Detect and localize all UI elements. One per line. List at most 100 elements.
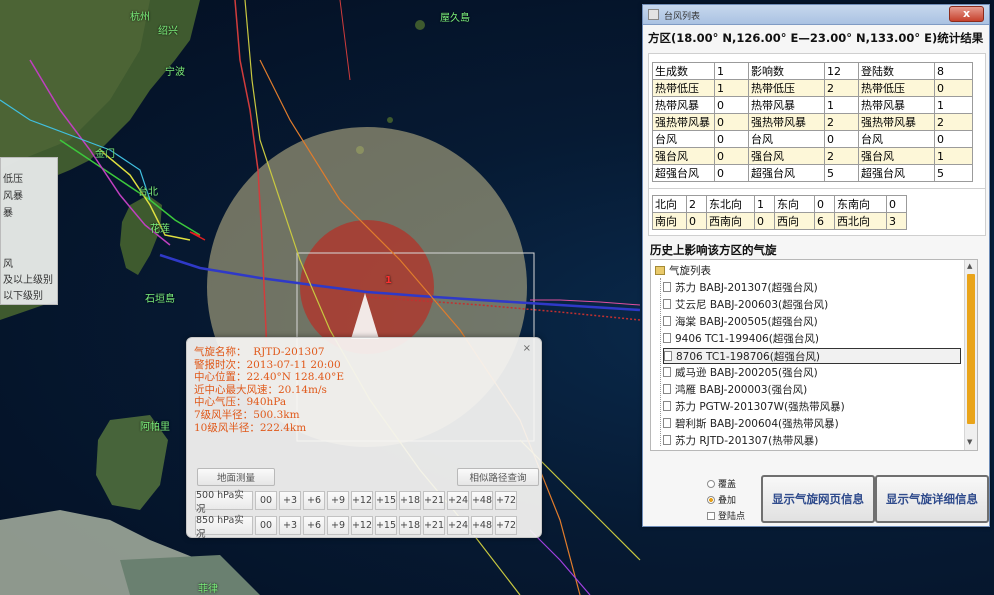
option-overlay-stack[interactable]: 叠加 [707, 493, 736, 506]
list-item[interactable]: 苏力 BABJ-201307(超强台风) [663, 280, 818, 296]
legend-item: 以下级别 [3, 291, 43, 302]
map-label-huali: 花莲 [150, 224, 170, 235]
table-cell: 6 [814, 212, 835, 230]
table-cell: 东北向 [706, 195, 755, 213]
obs-time-button[interactable]: +18 [399, 516, 421, 535]
window-titlebar[interactable]: 台风列表 x [643, 5, 989, 25]
obs-time-button[interactable]: +24 [447, 491, 469, 510]
list-item[interactable]: 艾云尼 BABJ-200603(超强台风) [663, 297, 828, 313]
table-cell: 热带低压 [748, 79, 825, 97]
obs-time-button[interactable]: +72 [495, 516, 517, 535]
legend-item: 及以上级别 [3, 275, 53, 286]
obs-time-button[interactable]: +6 [303, 516, 325, 535]
obs-row-850hpa: 850 hPa实况 00 +3 +6 +9 +12 +15 +18 +21 +2… [195, 515, 519, 540]
document-icon [663, 401, 671, 411]
document-icon [663, 333, 671, 343]
legend-item: 风 [3, 259, 13, 270]
table-cell: 强热带风暴 [748, 113, 825, 131]
obs-time-button[interactable]: +3 [279, 516, 301, 535]
list-item-selected[interactable]: 8706 TC1-198706(超强台风) [663, 348, 961, 364]
list-item[interactable]: 苏力 PGTW-201307W(强热带风暴) [663, 399, 845, 415]
table-cell: 强热带风暴 [652, 113, 715, 131]
show-web-info-button[interactable]: 显示气旋网页信息 [761, 475, 875, 523]
obs-row-label[interactable]: 500 hPa实况 [195, 490, 253, 515]
table-cell: 西南向 [706, 212, 755, 230]
obs-time-button[interactable]: +18 [399, 491, 421, 510]
option-label: 登陆点 [718, 512, 746, 522]
list-item[interactable]: 威马逊 BABJ-200205(强台风) [663, 365, 818, 381]
info-row: 近中心最大风速：20.14m/s [194, 384, 344, 397]
map-label-shaoxing: 绍兴 [158, 26, 178, 37]
scroll-down-icon[interactable]: ▼ [967, 438, 972, 446]
table-cell: 西向 [774, 212, 815, 230]
info-row: 中心位置：22.40°N 128.40°E [194, 371, 344, 384]
obs-time-button[interactable]: 00 [255, 516, 277, 535]
table-cell: 0 [686, 212, 707, 230]
obs-time-button[interactable]: +21 [423, 516, 445, 535]
obs-time-button[interactable]: +15 [375, 491, 397, 510]
obs-time-button[interactable]: +48 [471, 516, 493, 535]
info-key: 10级风半径： [194, 421, 260, 434]
obs-time-button[interactable]: +15 [375, 516, 397, 535]
ground-measure-button[interactable]: 地面测量 [197, 468, 275, 486]
typhoon-center-marker[interactable]: 1 [385, 275, 392, 286]
obs-time-button[interactable]: +12 [351, 491, 373, 510]
cyclone-tree-list[interactable]: 气旋列表 苏力 BABJ-201307(超强台风) 艾云尼 BABJ-20060… [650, 259, 978, 451]
obs-time-button[interactable]: +9 [327, 491, 349, 510]
info-key: 近中心最大风速： [194, 383, 278, 396]
table-cell: 0 [824, 130, 859, 148]
show-detail-info-button[interactable]: 显示气旋详细信息 [875, 475, 989, 523]
checkbox-icon [707, 512, 715, 520]
document-icon [663, 435, 671, 445]
obs-time-button[interactable]: +9 [327, 516, 349, 535]
table-cell: 0 [886, 195, 907, 213]
list-item-label: 碧利斯 BABJ-200604(强热带风暴) [675, 418, 839, 430]
table-row: 超强台风 0 超强台风 5 超强台风 5 [652, 164, 973, 182]
table-cell: 热带风暴 [652, 96, 715, 114]
table-cell: 北向 [652, 195, 687, 213]
table-cell: 2 [824, 113, 859, 131]
obs-time-button[interactable]: +6 [303, 491, 325, 510]
tree-guide-line [660, 278, 661, 446]
option-landing-point[interactable]: 登陆点 [707, 509, 745, 522]
table-cell: 热带风暴 [858, 96, 935, 114]
list-item-label: 8706 TC1-198706(超强台风) [676, 351, 820, 363]
radio-selected-icon [707, 496, 715, 504]
tree-root[interactable]: 气旋列表 [655, 263, 711, 279]
obs-time-button[interactable]: +21 [423, 491, 445, 510]
table-cell: 登陆数 [858, 62, 935, 80]
info-row: 7级风半径：500.3km [194, 409, 344, 422]
table-cell: 2 [824, 79, 859, 97]
document-icon [663, 282, 671, 292]
list-item[interactable]: 9406 TC1-199406(超强台风) [663, 331, 819, 347]
obs-time-button[interactable]: 00 [255, 491, 277, 510]
similar-track-query-button[interactable]: 相似路径查询 [457, 468, 539, 486]
scroll-thumb[interactable] [967, 274, 975, 424]
list-item[interactable]: 鸿雁 BABJ-200003(强台风) [663, 382, 807, 398]
scroll-up-icon[interactable]: ▲ [967, 262, 972, 270]
obs-time-button[interactable]: +24 [447, 516, 469, 535]
obs-time-button[interactable]: +48 [471, 491, 493, 510]
table-cell: 强热带风暴 [858, 113, 935, 131]
obs-time-button[interactable]: +72 [495, 491, 517, 510]
option-label: 覆盖 [718, 480, 737, 490]
info-key: 中心气压： [194, 396, 247, 409]
table-cell: 热带低压 [858, 79, 935, 97]
obs-row-label[interactable]: 850 hPa实况 [195, 515, 253, 540]
list-item[interactable]: 海棠 BABJ-200505(超强台风) [663, 314, 818, 330]
popup-close-button[interactable]: × [523, 343, 531, 354]
window-close-button[interactable]: x [949, 6, 984, 22]
obs-time-button[interactable]: +3 [279, 491, 301, 510]
table-cell: 影响数 [748, 62, 825, 80]
radio-icon [707, 480, 715, 488]
option-overlay-replace[interactable]: 覆盖 [707, 477, 736, 490]
table-cell: 0 [714, 96, 749, 114]
table-cell: 南向 [652, 212, 687, 230]
obs-time-button[interactable]: +12 [351, 516, 373, 535]
list-item[interactable]: 苏力 RJTD-201307(热带风暴) [663, 433, 818, 449]
table-cell: 0 [934, 79, 973, 97]
map-label-hangzhou: 杭州 [130, 12, 150, 23]
list-item[interactable]: 碧利斯 BABJ-200604(强热带风暴) [663, 416, 839, 432]
tree-scrollbar[interactable]: ▲ ▼ [964, 260, 977, 450]
table-cell: 2 [934, 113, 973, 131]
